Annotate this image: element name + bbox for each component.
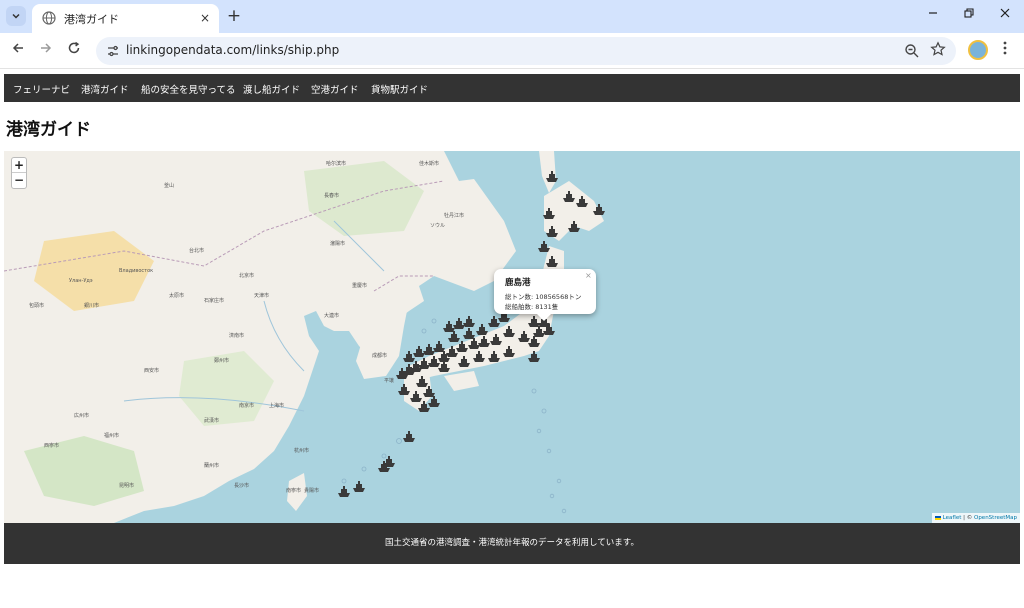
- place-label: 西寧市: [44, 442, 59, 449]
- port-marker[interactable]: [453, 318, 465, 329]
- place-label: Владивосток: [119, 268, 153, 274]
- port-marker[interactable]: [353, 481, 365, 492]
- port-marker[interactable]: [488, 316, 500, 327]
- browser-tab-strip: 港湾ガイド × +: [0, 0, 1024, 33]
- place-label: ソウル: [430, 222, 445, 229]
- port-marker[interactable]: [538, 241, 550, 252]
- place-label: 広州市: [74, 412, 89, 419]
- tab-title: 港湾ガイド: [64, 13, 119, 26]
- port-marker[interactable]: [338, 486, 350, 497]
- attribution-separator: | ©: [961, 515, 974, 521]
- page-footer: 国土交通省の港湾調査・港湾統計年報のデータを利用しています。: [4, 523, 1020, 564]
- site-nav: フェリーナビ 港湾ガイド 船の安全を見守ってる 渡し船ガイド 空港ガイド 貨物駅…: [4, 74, 1020, 102]
- globe-icon: [42, 11, 56, 25]
- nav-port-guide[interactable]: 港湾ガイド: [81, 82, 129, 96]
- port-marker[interactable]: [443, 321, 455, 332]
- place-label: 重慶市: [352, 282, 367, 289]
- place-label: 上海市: [269, 402, 284, 409]
- port-marker[interactable]: [448, 331, 460, 342]
- nav-airport-guide[interactable]: 空港ガイド: [311, 82, 359, 96]
- browser-toolbar: linkingopendata.com/links/ship.php: [0, 33, 1024, 69]
- place-label: 平壌: [384, 377, 394, 384]
- osm-link[interactable]: OpenStreetMap: [974, 515, 1017, 521]
- address-bar[interactable]: linkingopendata.com/links/ship.php: [96, 37, 956, 65]
- place-label: 蘭州市: [204, 462, 219, 469]
- nav-ferry-boat-guide[interactable]: 渡し船ガイド: [243, 82, 300, 96]
- map-attribution: Leaflet | © OpenStreetMap: [931, 513, 1020, 523]
- place-label: 成都市: [372, 352, 387, 359]
- place-label: 南寧市: [286, 487, 301, 494]
- port-marker[interactable]: [403, 351, 415, 362]
- more-menu-icon[interactable]: [998, 41, 1012, 61]
- place-label: 包頭市: [29, 302, 44, 309]
- port-popup: × 鹿島港 総トン数: 10856568トン 総船舶数: 8131隻: [494, 269, 596, 321]
- place-label: 瀋陽市: [330, 240, 345, 247]
- place-label: 大連市: [324, 312, 339, 319]
- place-label: 台北市: [189, 247, 204, 254]
- footer-text: 国土交通省の港湾調査・港湾統計年報のデータを利用しています。: [385, 538, 639, 548]
- place-label: 武漢市: [204, 417, 219, 424]
- popup-close-button[interactable]: ×: [585, 271, 592, 280]
- port-marker[interactable]: [403, 431, 415, 442]
- place-label: 南京市: [239, 402, 254, 409]
- ukraine-flag-icon: [934, 515, 941, 520]
- popup-port-name: 鹿島港: [505, 278, 531, 288]
- place-label: 鄭州市: [214, 357, 229, 364]
- zoom-out-button[interactable]: −: [12, 173, 26, 188]
- place-label: 杭州市: [294, 447, 309, 454]
- map-canvas[interactable]: 哈尔滨市 佳木斯市牡丹江市 長春市瀋陽市大連市 北京市天津市石家庄市 太原市済南市鄭州市…: [4, 151, 1020, 523]
- place-label: 釜山: [164, 182, 174, 189]
- place-label: 昆明市: [119, 482, 134, 489]
- chevron-down-icon: [12, 13, 20, 19]
- plus-icon[interactable]: +: [225, 7, 243, 25]
- nav-freight-station-guide[interactable]: 貨物駅ガイド: [371, 82, 428, 96]
- place-label: 太原市: [169, 292, 184, 299]
- land-sakhalin: [539, 151, 556, 193]
- place-label: 西安市: [144, 367, 159, 374]
- restore-icon[interactable]: [960, 7, 978, 25]
- place-label: 銀川市: [84, 302, 99, 309]
- place-label: 貴陽市: [304, 487, 319, 494]
- place-label: 北京市: [239, 272, 254, 279]
- reload-icon[interactable]: [64, 41, 84, 61]
- zoom-control: + −: [11, 157, 27, 189]
- port-marker[interactable]: [423, 344, 435, 355]
- port-marker[interactable]: [433, 341, 445, 352]
- profile-avatar[interactable]: [968, 40, 988, 60]
- place-label: 天津市: [254, 292, 269, 299]
- place-label: 牡丹江市: [444, 212, 464, 219]
- place-label: Улан-Удэ: [69, 278, 93, 284]
- back-arrow-icon[interactable]: [8, 41, 28, 61]
- port-marker[interactable]: [463, 316, 475, 327]
- page-title: 港湾ガイド: [6, 120, 91, 140]
- port-map[interactable]: 哈尔滨市 佳木斯市牡丹江市 長春市瀋陽市大連市 北京市天津市石家庄市 太原市済南市鄭州市…: [4, 151, 1020, 523]
- land-shikoku: [444, 371, 479, 391]
- place-label: 哈尔滨市: [326, 160, 346, 167]
- zoom-in-button[interactable]: +: [12, 158, 26, 173]
- minimize-icon[interactable]: [924, 7, 942, 25]
- forward-arrow-icon[interactable]: [36, 41, 56, 61]
- url-text[interactable]: linkingopendata.com/links/ship.php: [126, 43, 339, 57]
- nav-ship-safety[interactable]: 船の安全を見守ってる: [141, 82, 236, 96]
- leaflet-link[interactable]: Leaflet: [943, 515, 962, 521]
- close-icon[interactable]: ×: [198, 11, 212, 25]
- port-marker[interactable]: [463, 328, 475, 339]
- site-info-icon[interactable]: [106, 44, 120, 58]
- port-marker[interactable]: [476, 324, 488, 335]
- port-marker[interactable]: [413, 346, 425, 357]
- place-label: 石家庄市: [204, 297, 224, 304]
- browser-tab[interactable]: 港湾ガイド ×: [32, 4, 219, 33]
- window-close-icon[interactable]: [996, 7, 1014, 25]
- place-label: 長春市: [324, 192, 339, 199]
- star-icon[interactable]: [930, 41, 946, 57]
- place-label: 済南市: [229, 332, 244, 339]
- nav-ferry-navi[interactable]: フェリーナビ: [13, 82, 70, 96]
- tab-search-button[interactable]: [6, 6, 26, 26]
- place-label: 佳木斯市: [419, 160, 439, 167]
- popup-gross-tonnage: 総トン数: 10856568トン: [505, 293, 582, 301]
- popup-ship-count: 総船舶数: 8131隻: [505, 303, 559, 311]
- place-label: 長沙市: [234, 482, 249, 489]
- zoom-icon[interactable]: [904, 43, 920, 59]
- place-label: 福州市: [104, 432, 119, 439]
